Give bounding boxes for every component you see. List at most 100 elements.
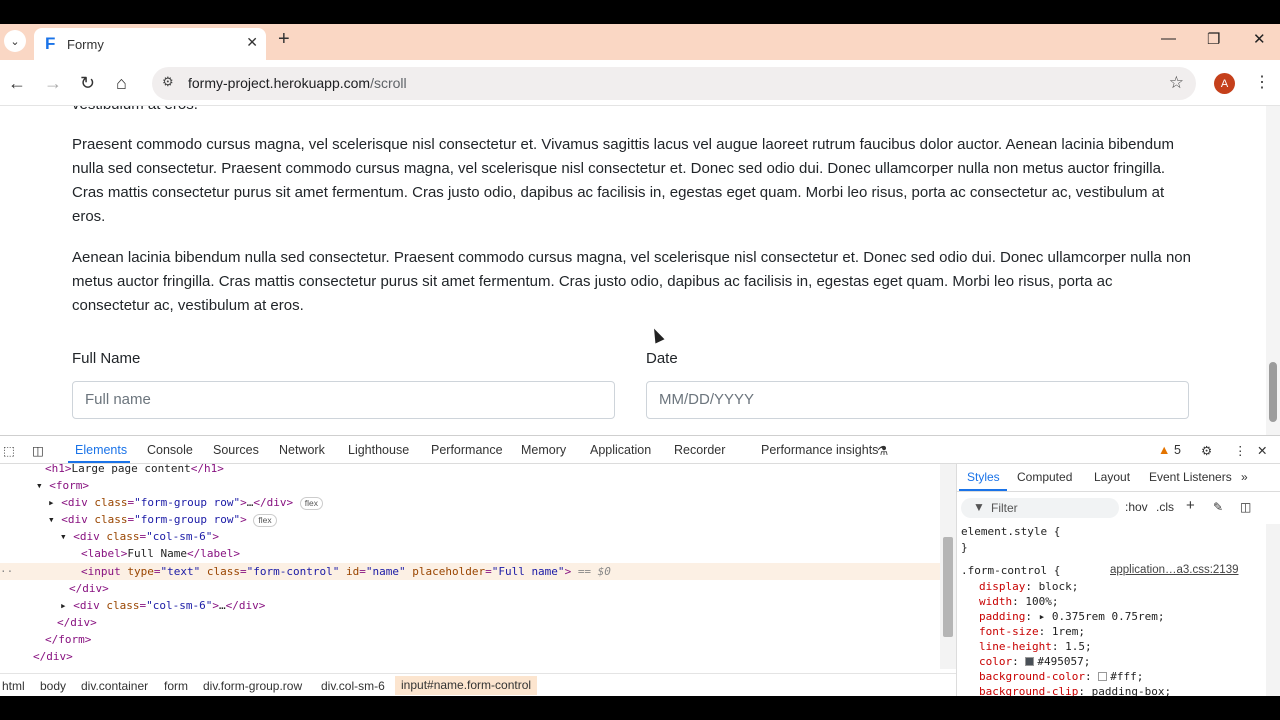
browser-tab[interactable]: F Formy ✕: [34, 28, 266, 60]
paint-brush-icon[interactable]: ✎: [1213, 500, 1223, 514]
color-swatch[interactable]: [1098, 672, 1108, 681]
tab-styles[interactable]: Styles: [967, 470, 1000, 484]
new-rule-plus-icon[interactable]: +: [1186, 497, 1195, 514]
settings-gear-icon[interactable]: ⚙: [1201, 443, 1212, 458]
dom-line-div-close-2[interactable]: </div>: [57, 614, 97, 631]
stylesheet-source-link[interactable]: application…a3.css:2139: [1110, 563, 1239, 578]
tab-application[interactable]: Application: [590, 443, 651, 457]
crumb-body[interactable]: body: [40, 679, 66, 693]
cls-toggle[interactable]: .cls: [1156, 500, 1174, 514]
css-rule-line[interactable]: width: 100%;: [979, 594, 1059, 609]
styles-scrollbar[interactable]: [1266, 524, 1280, 696]
tab-memory[interactable]: Memory: [521, 443, 566, 457]
back-icon[interactable]: ←: [8, 73, 26, 94]
full-name-input[interactable]: Full name: [72, 381, 615, 419]
url-text[interactable]: formy-project.herokuapp.com/scroll: [188, 75, 407, 91]
css-rule-line[interactable]: display: block;: [979, 579, 1078, 594]
tab-event-listeners[interactable]: Event Listeners: [1149, 470, 1232, 484]
tab-network[interactable]: Network: [279, 443, 325, 457]
crumb-html[interactable]: html: [2, 679, 25, 693]
styles-active-underline: [959, 489, 1007, 491]
hov-toggle[interactable]: :hov: [1125, 500, 1148, 514]
reload-icon[interactable]: ↻: [80, 73, 95, 94]
page-scrollbar-thumb[interactable]: [1269, 362, 1277, 422]
form-control-selector[interactable]: .form-control {: [961, 563, 1060, 578]
tab-performance[interactable]: Performance: [431, 443, 503, 457]
css-rule-line[interactable]: padding: ▸ 0.375rem 0.75rem;: [979, 609, 1164, 624]
dom-line-h1[interactable]: <h1>Large page content</h1>: [45, 464, 224, 477]
address-bar[interactable]: ⚙ formy-project.herokuapp.com/scroll ☆: [152, 67, 1196, 100]
expand-triangle-icon[interactable]: ▾: [36, 479, 49, 492]
warning-icon[interactable]: ▲: [1158, 443, 1170, 457]
dom-line-div-close-3[interactable]: </div>: [33, 648, 73, 665]
more-tabs-icon[interactable]: »: [1241, 470, 1248, 484]
devtools-close-icon[interactable]: ✕: [1257, 443, 1267, 458]
css-rule-line[interactable]: color: #495057;: [979, 654, 1090, 669]
tab-close-icon[interactable]: ✕: [246, 34, 258, 51]
dom-line-input-selected[interactable]: <input type="text" class="form-control" …: [81, 563, 611, 580]
dom-line-form[interactable]: ▾ <form>: [36, 477, 89, 494]
css-rule-line[interactable]: background-color: #fff;: [979, 669, 1143, 684]
toggle-sidebar-icon[interactable]: ◫: [1240, 500, 1251, 514]
styles-filter-input[interactable]: ▼ Filter: [961, 498, 1119, 518]
css-rule-line[interactable]: line-height: 1.5;: [979, 639, 1092, 654]
tab-recorder[interactable]: Recorder: [674, 443, 725, 457]
css-rule-line[interactable]: background-clip: padding-box;: [979, 684, 1171, 696]
attr-name: class: [94, 513, 128, 526]
restore-icon[interactable]: ❐: [1207, 30, 1220, 48]
profile-avatar[interactable]: A: [1214, 73, 1235, 94]
crumb-form[interactable]: form: [164, 679, 188, 693]
collapse-triangle-icon[interactable]: ▸: [48, 496, 61, 509]
dom-line-col-1[interactable]: ▾ <div class="col-sm-6">: [60, 528, 219, 545]
css-prop: line-height: [979, 640, 1052, 653]
dom-line-form-group-2[interactable]: ▾ <div class="form-group row"> flex: [48, 511, 277, 528]
tab-performance-insights[interactable]: Performance insights: [761, 443, 878, 457]
tab-search-chevron-icon[interactable]: ⌄: [4, 30, 26, 52]
dom-line-form-close[interactable]: </form>: [45, 631, 91, 648]
dom-scrollbar[interactable]: [940, 464, 956, 669]
date-input[interactable]: MM/DD/YYYY: [646, 381, 1189, 419]
css-rule-line[interactable]: font-size: 1rem;: [979, 624, 1085, 639]
div-close-tag: </div>: [253, 496, 294, 509]
flex-badge[interactable]: flex: [253, 514, 277, 527]
browser-menu-icon[interactable]: ⋮: [1254, 72, 1270, 92]
dom-scrollbar-thumb[interactable]: [943, 537, 953, 637]
expand-shorthand-icon[interactable]: ▸: [1039, 610, 1046, 623]
crumb-col[interactable]: div.col-sm-6: [321, 679, 385, 693]
device-toolbar-icon[interactable]: ◫: [32, 443, 44, 458]
dom-line-col-2[interactable]: ▸ <div class="col-sm-6">…</div>: [60, 597, 265, 614]
forward-icon[interactable]: →: [44, 73, 62, 94]
crumb-container[interactable]: div.container: [81, 679, 148, 693]
attr-value: "name": [365, 565, 406, 578]
tab-computed[interactable]: Computed: [1017, 470, 1072, 484]
minimize-icon[interactable]: —: [1161, 30, 1176, 47]
dom-line-form-group-1[interactable]: ▸ <div class="form-group row">…</div> fl…: [48, 494, 323, 511]
tab-elements[interactable]: Elements: [75, 443, 127, 457]
new-tab-icon[interactable]: +: [278, 28, 290, 51]
collapse-triangle-icon[interactable]: ▸: [60, 599, 73, 612]
expand-triangle-icon[interactable]: ▾: [48, 513, 61, 526]
dom-line-label[interactable]: <label>Full Name</label>: [81, 545, 240, 562]
element-style-selector[interactable]: element.style {: [961, 524, 1060, 539]
dom-line-div-close[interactable]: </div>: [69, 580, 109, 597]
tab-sources[interactable]: Sources: [213, 443, 259, 457]
page-scrollbar[interactable]: [1266, 106, 1280, 435]
tab-layout[interactable]: Layout: [1094, 470, 1130, 484]
crumb-form-group[interactable]: div.form-group.row: [203, 679, 302, 693]
warning-count[interactable]: 5: [1174, 443, 1181, 457]
inspect-element-icon[interactable]: ⬚: [3, 443, 15, 458]
collapsed-ellipsis[interactable]: …: [219, 599, 226, 612]
bookmark-star-icon[interactable]: ☆: [1169, 73, 1184, 93]
site-info-icon[interactable]: ⚙: [162, 74, 174, 90]
color-swatch[interactable]: [1025, 657, 1035, 666]
crumb-input[interactable]: input#name.form-control: [395, 676, 538, 695]
mouse-cursor-icon: [649, 326, 665, 344]
tab-lighthouse[interactable]: Lighthouse: [348, 443, 409, 457]
expand-triangle-icon[interactable]: ▾: [60, 530, 73, 543]
flex-badge[interactable]: flex: [299, 497, 323, 510]
devtools-menu-icon[interactable]: ⋮: [1234, 443, 1247, 458]
window-close-icon[interactable]: ✕: [1253, 30, 1266, 48]
home-icon[interactable]: ⌂: [116, 73, 127, 94]
page-viewport: vestibulum at eros. Praesent commodo cur…: [0, 106, 1266, 435]
tab-console[interactable]: Console: [147, 443, 193, 457]
